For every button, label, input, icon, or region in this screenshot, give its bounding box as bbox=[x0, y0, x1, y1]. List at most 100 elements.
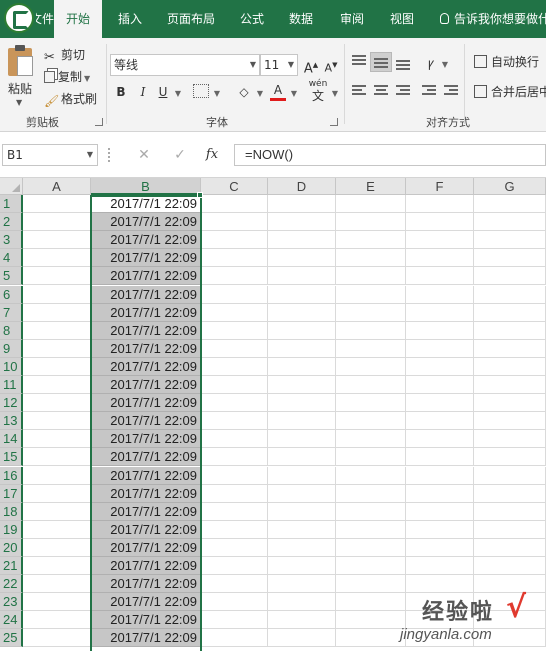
cell-e22[interactable] bbox=[336, 575, 406, 594]
italic-button[interactable]: I bbox=[136, 81, 150, 103]
cell-f18[interactable] bbox=[406, 502, 474, 521]
cell-a2[interactable] bbox=[23, 213, 91, 232]
cell-f17[interactable] bbox=[406, 484, 474, 503]
cell-f7[interactable] bbox=[406, 303, 474, 322]
cell-a21[interactable] bbox=[23, 557, 91, 575]
clipboard-launcher-icon[interactable] bbox=[95, 118, 103, 126]
cell-f10[interactable] bbox=[406, 357, 474, 376]
cell-d7[interactable] bbox=[268, 303, 336, 322]
phonetic-dropdown-icon[interactable]: ▼ bbox=[328, 81, 340, 103]
name-box[interactable]: B1 ▼ bbox=[2, 144, 98, 166]
cell-d4[interactable] bbox=[268, 249, 336, 268]
cell-f16[interactable] bbox=[406, 466, 474, 485]
row-header[interactable]: 25 bbox=[0, 629, 23, 648]
cell-b14[interactable]: 2017/7/1 22:09 bbox=[91, 430, 201, 449]
cell-c14[interactable] bbox=[201, 430, 268, 449]
cell-g3[interactable] bbox=[474, 231, 546, 250]
cell-c8[interactable] bbox=[201, 321, 268, 340]
underline-button[interactable]: U bbox=[156, 81, 170, 103]
fill-color-dropdown-icon[interactable]: ▼ bbox=[253, 81, 265, 103]
font-color-dropdown-icon[interactable]: ▼ bbox=[287, 81, 299, 103]
cell-b19[interactable]: 2017/7/1 22:09 bbox=[91, 520, 201, 539]
font-name-select[interactable]: 等线 ▼ bbox=[110, 54, 260, 76]
cell-f12[interactable] bbox=[406, 394, 474, 413]
orientation-dropdown-icon[interactable]: ▼ bbox=[438, 52, 450, 74]
cell-b6[interactable]: 2017/7/1 22:09 bbox=[91, 285, 201, 304]
cell-b2[interactable]: 2017/7/1 22:09 bbox=[91, 213, 201, 232]
cell-f9[interactable] bbox=[406, 339, 474, 358]
cell-c3[interactable] bbox=[201, 231, 268, 250]
cell-a14[interactable] bbox=[23, 430, 91, 449]
tab-view[interactable]: 视图 bbox=[390, 0, 414, 38]
cell-a6[interactable] bbox=[23, 285, 91, 304]
cell-g1[interactable] bbox=[474, 195, 546, 213]
worksheet-grid[interactable]: A B C D E F G 1 2017/7/1 22:09 2 2017/7/1 22:09 3 20… bbox=[0, 178, 546, 651]
cell-b8[interactable]: 2017/7/1 22:09 bbox=[91, 321, 201, 340]
tab-page-layout[interactable]: 页面布局 bbox=[167, 0, 215, 38]
cell-c10[interactable] bbox=[201, 357, 268, 376]
cell-g13[interactable] bbox=[474, 412, 546, 431]
copy-button[interactable]: 复制 ▼ bbox=[44, 67, 90, 87]
tab-formulas[interactable]: 公式 bbox=[240, 0, 264, 38]
cell-a12[interactable] bbox=[23, 394, 91, 413]
cell-f2[interactable] bbox=[406, 213, 474, 232]
cell-d5[interactable] bbox=[268, 267, 336, 286]
row-header[interactable]: 7 bbox=[0, 303, 23, 322]
cell-d16[interactable] bbox=[268, 466, 336, 485]
cell-a25[interactable] bbox=[23, 629, 91, 648]
cell-e3[interactable] bbox=[336, 231, 406, 250]
tab-file[interactable]: 文件 bbox=[36, 0, 54, 38]
cell-a18[interactable] bbox=[23, 502, 91, 521]
cell-c6[interactable] bbox=[201, 285, 268, 304]
column-header-e[interactable]: E bbox=[336, 178, 406, 195]
tab-review[interactable]: 审阅 bbox=[340, 0, 364, 38]
cell-e2[interactable] bbox=[336, 213, 406, 232]
cell-a24[interactable] bbox=[23, 611, 91, 630]
tab-insert[interactable]: 插入 bbox=[118, 0, 142, 38]
fill-handle[interactable] bbox=[197, 192, 203, 198]
cell-g9[interactable] bbox=[474, 339, 546, 358]
cell-d13[interactable] bbox=[268, 412, 336, 431]
cell-d9[interactable] bbox=[268, 339, 336, 358]
column-header-g[interactable]: G bbox=[474, 178, 546, 195]
cell-b13[interactable]: 2017/7/1 22:09 bbox=[91, 412, 201, 431]
cell-g5[interactable] bbox=[474, 267, 546, 286]
cell-c5[interactable] bbox=[201, 267, 268, 286]
cell-b5[interactable]: 2017/7/1 22:09 bbox=[91, 267, 201, 286]
column-header-c[interactable]: C bbox=[201, 178, 268, 195]
wrap-text-button[interactable]: 自动换行 bbox=[474, 51, 539, 73]
cell-d25[interactable] bbox=[268, 629, 336, 648]
cell-a4[interactable] bbox=[23, 249, 91, 268]
cell-d14[interactable] bbox=[268, 430, 336, 449]
cell-a9[interactable] bbox=[23, 339, 91, 358]
cell-b12[interactable]: 2017/7/1 22:09 bbox=[91, 394, 201, 413]
cell-f19[interactable] bbox=[406, 520, 474, 539]
cell-a11[interactable] bbox=[23, 376, 91, 394]
bottom-align-icon[interactable] bbox=[392, 52, 414, 72]
cell-g16[interactable] bbox=[474, 466, 546, 485]
cell-c12[interactable] bbox=[201, 394, 268, 413]
row-header[interactable]: 4 bbox=[0, 249, 23, 268]
enter-formula-button[interactable]: ✓ bbox=[170, 144, 190, 166]
row-header[interactable]: 3 bbox=[0, 231, 23, 250]
cell-f22[interactable] bbox=[406, 575, 474, 594]
cell-e18[interactable] bbox=[336, 502, 406, 521]
cell-d3[interactable] bbox=[268, 231, 336, 250]
paste-dropdown-icon[interactable]: ▼ bbox=[16, 98, 22, 107]
cell-c18[interactable] bbox=[201, 502, 268, 521]
cell-b17[interactable]: 2017/7/1 22:09 bbox=[91, 484, 201, 503]
cell-e19[interactable] bbox=[336, 520, 406, 539]
cell-a13[interactable] bbox=[23, 412, 91, 431]
cell-f13[interactable] bbox=[406, 412, 474, 431]
cell-a5[interactable] bbox=[23, 267, 91, 286]
row-header[interactable]: 19 bbox=[0, 520, 23, 539]
cell-a1[interactable] bbox=[23, 195, 91, 213]
cell-d19[interactable] bbox=[268, 520, 336, 539]
cell-c24[interactable] bbox=[201, 611, 268, 630]
column-header-a[interactable]: A bbox=[23, 178, 91, 195]
cell-f20[interactable] bbox=[406, 538, 474, 557]
row-header[interactable]: 14 bbox=[0, 430, 23, 449]
font-color-button[interactable]: A bbox=[270, 81, 286, 101]
cell-d12[interactable] bbox=[268, 394, 336, 413]
cell-g18[interactable] bbox=[474, 502, 546, 521]
